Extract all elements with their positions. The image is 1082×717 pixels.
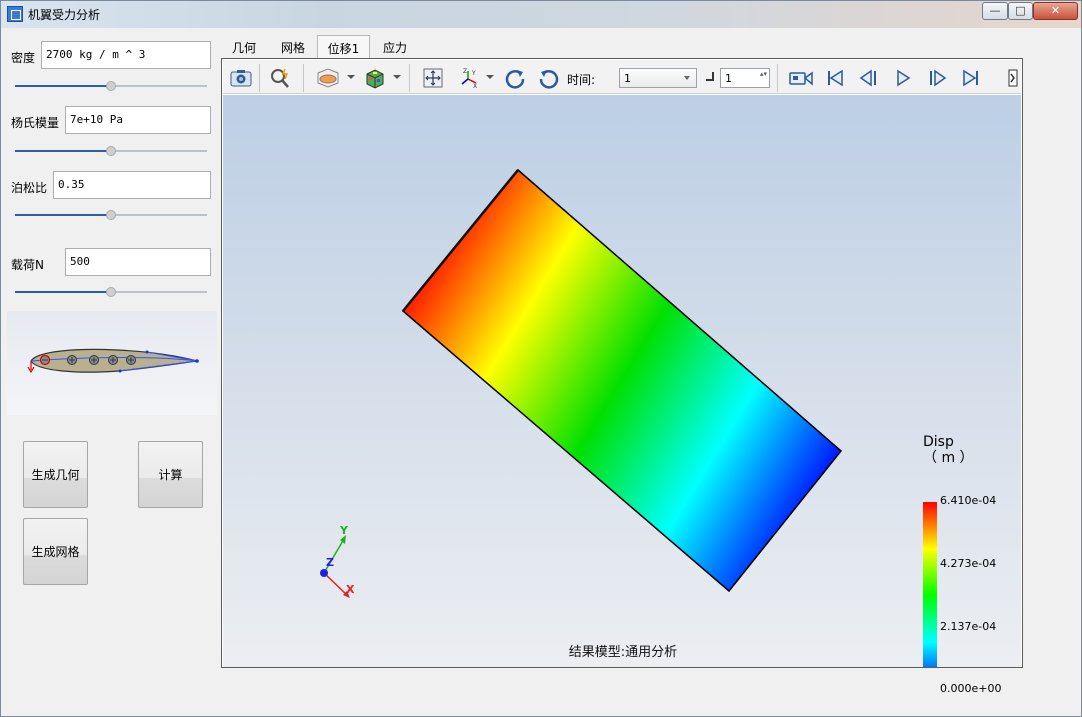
close-button[interactable]: ✕ <box>1033 2 1078 20</box>
compute-button[interactable]: 计算 <box>138 441 203 508</box>
app-window: 机翼受力分析 — □ ✕ 密度 2700 kg / m ^ 3 杨氏模量 7e+… <box>0 0 1082 717</box>
fit-view-icon[interactable] <box>421 66 445 90</box>
legend-unit: （ m ） <box>923 450 974 466</box>
youngs-modulus-input[interactable]: 7e+10 Pa <box>65 106 211 134</box>
axis-z-label: Z <box>326 556 334 569</box>
slider-thumb[interactable] <box>106 81 116 91</box>
displacement-contour <box>320 168 937 667</box>
poisson-ratio-slider[interactable] <box>15 208 207 222</box>
legend-value-min: 0.000e+00 <box>940 682 1002 695</box>
airfoil-shape-icon <box>27 348 199 374</box>
load-slider[interactable] <box>15 285 207 299</box>
axes-orient-icon[interactable]: ZYX <box>457 66 481 90</box>
last-frame-icon[interactable] <box>959 66 983 90</box>
first-frame-icon[interactable] <box>823 66 847 90</box>
record-icon[interactable] <box>787 66 815 90</box>
tab-displacement[interactable]: 位移1 <box>317 35 370 60</box>
poisson-ratio-label: 泊松比 <box>11 181 48 195</box>
rotate-ccw-icon[interactable] <box>537 66 561 90</box>
tab-mesh[interactable]: 网格 <box>273 35 313 59</box>
window-title: 机翼受力分析 <box>28 8 101 22</box>
display-mode-dropdown[interactable] <box>347 75 355 79</box>
display-mode-icon[interactable] <box>313 66 343 90</box>
rotate-cw-icon[interactable] <box>503 66 527 90</box>
youngs-modulus-label: 杨氏模量 <box>11 116 60 130</box>
time-select[interactable]: 1 <box>619 68 697 88</box>
minimize-button[interactable]: — <box>982 2 1008 20</box>
viewport-3d[interactable]: Y Z X Disp （ m ） 6.410e-04 4.273e-04 2.1… <box>223 95 1021 695</box>
legend-value-1: 2.137e-04 <box>940 620 997 633</box>
svg-text:Y: Y <box>471 70 476 77</box>
legend-title-text: Disp <box>923 434 954 450</box>
legend-value-2: 4.273e-04 <box>940 557 997 570</box>
youngs-modulus-slider[interactable] <box>15 144 207 158</box>
play-icon[interactable] <box>891 66 915 90</box>
time-label: 时间: <box>567 73 596 87</box>
axis-x-label: X <box>346 583 355 596</box>
slider-thumb[interactable] <box>106 287 116 297</box>
query-icon[interactable] <box>269 66 293 90</box>
density-label: 密度 <box>11 51 36 65</box>
viewport-caption: 结果模型:通用分析 <box>568 645 678 660</box>
legend-value-max: 6.410e-04 <box>940 494 997 507</box>
tab-geometry[interactable]: 几何 <box>225 35 263 59</box>
load-input[interactable]: 500 <box>65 248 211 276</box>
prev-frame-icon[interactable] <box>857 66 881 90</box>
generate-geometry-button[interactable]: 生成几何 <box>23 441 88 508</box>
step-spinbox[interactable]: 1 <box>720 68 770 88</box>
color-cube-icon[interactable] <box>363 66 387 90</box>
maximize-button[interactable]: □ <box>1008 2 1033 20</box>
beam-body <box>401 168 843 593</box>
legend-title: Disp （ m ） <box>923 434 974 466</box>
load-label: 载荷N <box>11 258 44 272</box>
slider-thumb[interactable] <box>106 146 116 156</box>
svg-text:Z: Z <box>463 68 467 75</box>
title-bar: 机翼受力分析 — □ ✕ <box>1 1 1081 28</box>
axis-y-label: Y <box>340 524 348 537</box>
next-frame-icon[interactable] <box>925 66 949 90</box>
slider-thumb[interactable] <box>106 210 116 220</box>
color-map-dropdown[interactable] <box>393 75 401 79</box>
density-input[interactable]: 2700 kg / m ^ 3 <box>41 41 211 69</box>
tab-stress[interactable]: 应力 <box>375 35 415 59</box>
step-icon <box>706 72 714 81</box>
result-viewer: ZYX 时间: 1 1 ▴▾ Y Z X Disp （ m ） 6.410e-0… <box>221 58 1023 695</box>
generate-mesh-button[interactable]: 生成网格 <box>23 518 88 585</box>
svg-text:X: X <box>473 83 477 89</box>
axes-orient-dropdown[interactable] <box>486 75 494 79</box>
density-slider[interactable] <box>15 79 207 93</box>
viewer-toolbar: ZYX 时间: 1 1 <box>223 60 1021 94</box>
camera-icon[interactable] <box>229 66 253 90</box>
airfoil-preview <box>7 311 217 415</box>
poisson-ratio-input[interactable]: 0.35 <box>53 171 211 199</box>
app-icon <box>7 6 23 22</box>
toolbar-overflow-icon[interactable] <box>1007 66 1019 90</box>
